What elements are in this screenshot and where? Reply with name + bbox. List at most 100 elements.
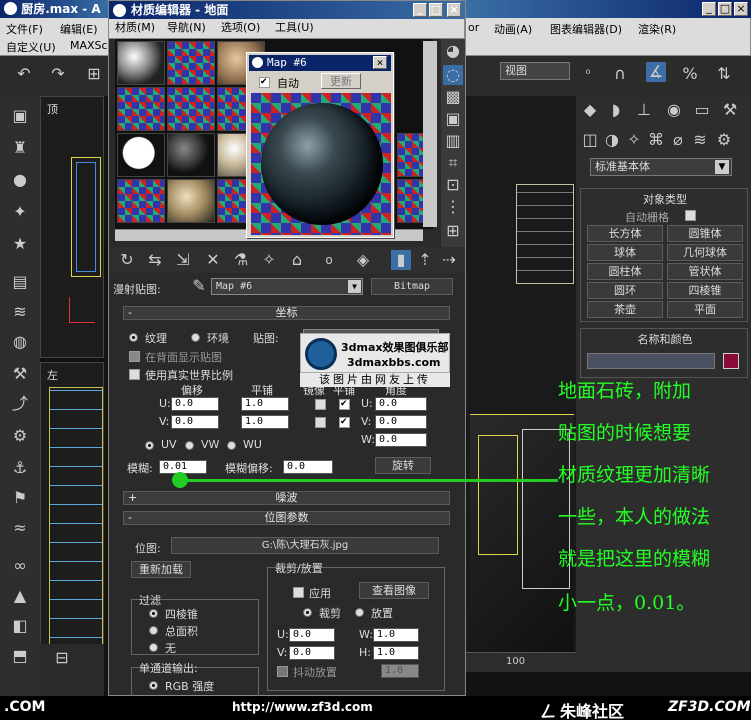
create-tab-icon[interactable]: ◆	[580, 100, 600, 120]
menu-edit[interactable]: 编辑(E)	[60, 21, 98, 37]
magnet-icon[interactable]: ∩	[610, 64, 630, 84]
summed-area-radio[interactable]	[149, 626, 158, 635]
view-image-button[interactable]: 查看图像	[359, 582, 429, 599]
show-map-icon[interactable]: ◈	[353, 250, 373, 270]
angle-snap-icon[interactable]: ∡	[646, 62, 666, 82]
v-offset-input[interactable]: 0.0	[171, 415, 219, 429]
cone-tool-icon[interactable]: ▲	[10, 586, 30, 606]
show-end-result-icon[interactable]: ▮	[391, 250, 411, 270]
v-mirror-checkbox[interactable]	[315, 417, 326, 428]
crop-h-input[interactable]: 1.0	[373, 646, 419, 660]
redo-icon[interactable]: ↷	[48, 64, 68, 84]
coordinates-rollout-header[interactable]: - 坐标	[123, 306, 450, 320]
utilities-tab-icon[interactable]: ⚒	[720, 100, 740, 120]
sample-slot-4[interactable]	[117, 87, 165, 131]
flag-tool-icon[interactable]: ⚑	[10, 488, 30, 508]
blur-offset-input[interactable]: 0.0	[283, 460, 333, 474]
v-tiling-input[interactable]: 1.0	[241, 415, 289, 429]
cone-button[interactable]: 圆锥体	[667, 225, 743, 242]
sphere-tool-icon[interactable]: ●	[10, 170, 30, 190]
motion-tab-icon[interactable]: ◉	[664, 100, 684, 120]
bitmap-path-button[interactable]: G:\陈\大理石灰.jpg	[171, 537, 439, 554]
update-button[interactable]: 更新	[321, 73, 361, 89]
sample-slot-11[interactable]	[167, 179, 215, 223]
cylinder-button[interactable]: 圆柱体	[587, 263, 663, 280]
apply-checkbox[interactable]	[293, 587, 304, 598]
spacewarps-icon[interactable]: ≋	[690, 130, 710, 150]
place-radio[interactable]	[355, 608, 364, 617]
shapes-icon[interactable]: ◑	[602, 130, 622, 150]
filter-none-radio[interactable]	[149, 643, 158, 652]
auto-update-checkbox[interactable]: ✔	[259, 77, 270, 88]
pyramidal-radio[interactable]	[149, 609, 158, 618]
u-angle-input[interactable]: 0.0	[375, 397, 427, 411]
snap-icon[interactable]: ⁰	[578, 64, 598, 84]
show-map-on-back-checkbox[interactable]	[129, 351, 140, 362]
sample-slot-5[interactable]	[167, 87, 215, 131]
box-tool-icon[interactable]: ▣	[10, 106, 30, 126]
auto-grid-checkbox[interactable]	[685, 210, 696, 221]
eyedropper-icon[interactable]: ✎	[189, 276, 209, 296]
mat-menu-navigation[interactable]: 导航(N)	[167, 19, 206, 37]
bitmap-rollout-header[interactable]: - 位图参数	[123, 511, 450, 525]
mat-menu-material[interactable]: 材质(M)	[115, 19, 155, 37]
jitter-checkbox[interactable]	[277, 666, 288, 677]
spring-tool-icon[interactable]: ≋	[10, 302, 30, 322]
material-id-icon[interactable]: o	[319, 250, 339, 270]
mat-maximize-button[interactable]: □	[429, 3, 443, 17]
systems-icon[interactable]: ⚙	[714, 130, 734, 150]
make-unique-icon[interactable]: ✧	[259, 250, 279, 270]
sample-slot-1[interactable]	[117, 41, 165, 85]
sample-type-icon[interactable]: ◕	[443, 41, 463, 61]
bend-tool-icon[interactable]: ⤴	[10, 394, 30, 414]
viewport-top[interactable]: 顶	[40, 96, 104, 358]
reload-button[interactable]: 重新加载	[131, 561, 191, 578]
material-navigator-icon[interactable]: ⊞	[443, 221, 463, 241]
minimize-button[interactable]: _	[702, 2, 716, 16]
hierarchy-tab-icon[interactable]: ⊥	[634, 100, 654, 120]
helpers-icon[interactable]: ⌀	[668, 130, 688, 150]
blob-tool-icon[interactable]: ✦	[10, 202, 30, 222]
map-name-dropdown[interactable]: Map #6 ▼	[211, 278, 363, 295]
teapot-button[interactable]: 茶壶	[587, 301, 663, 318]
menu-file[interactable]: 文件(F)	[6, 21, 43, 37]
backlight-icon[interactable]: ◌	[443, 65, 463, 85]
go-to-parent-icon[interactable]: ⇡	[415, 250, 435, 270]
spinner-snap-icon[interactable]: ⇅	[714, 64, 734, 84]
crop-v-input[interactable]: 0.0	[289, 646, 335, 660]
noise-rollout-header[interactable]: + 噪波	[123, 491, 450, 505]
map-type-button[interactable]: Bitmap	[371, 278, 453, 295]
mat-minimize-button[interactable]: _	[413, 3, 427, 17]
lights-icon[interactable]: ✧	[624, 130, 644, 150]
u-offset-input[interactable]: 0.0	[171, 397, 219, 411]
crop-radio[interactable]	[303, 608, 312, 617]
vw-radio[interactable]	[185, 441, 194, 450]
sample-slot-8[interactable]	[167, 133, 215, 177]
undo-icon[interactable]: ↶	[14, 64, 34, 84]
paint-tool-icon[interactable]: ⬒	[10, 646, 30, 666]
tube-tool-icon[interactable]: ◍	[10, 332, 30, 352]
sample-slot-2[interactable]	[167, 41, 215, 85]
knot-tool-icon[interactable]: ∞	[10, 556, 30, 576]
u-tile-checkbox[interactable]: ✔	[339, 399, 350, 410]
view-dropdown[interactable]: 视图	[500, 62, 570, 80]
put-library-icon[interactable]: ⌂	[287, 250, 307, 270]
copy-material-icon[interactable]: ⚗	[231, 250, 251, 270]
sample-slots-vscroll[interactable]	[423, 41, 437, 227]
object-color-swatch[interactable]	[723, 353, 739, 369]
menu-customize[interactable]: 自定义(U)	[6, 39, 56, 55]
mat-close-button[interactable]: ×	[447, 3, 461, 17]
cameras-icon[interactable]: ⌘	[646, 130, 666, 150]
viewport-left[interactable]: 左	[40, 362, 104, 668]
v-angle-input[interactable]: 0.0	[375, 415, 427, 429]
background-icon[interactable]: ▩	[443, 87, 463, 107]
options-icon[interactable]: ⊡	[443, 175, 463, 195]
geometry-icon[interactable]: ◫	[580, 130, 600, 150]
gear-tool-icon[interactable]: ⚙	[10, 426, 30, 446]
environment-radio[interactable]	[191, 333, 200, 342]
object-name-input[interactable]	[587, 353, 715, 369]
texture-radio[interactable]	[129, 333, 138, 342]
pyramid-button[interactable]: 四棱锥	[667, 282, 743, 299]
menu-graph-editors[interactable]: 图表编辑器(D)	[550, 21, 622, 37]
select-by-material-icon[interactable]: ⋮	[443, 197, 463, 217]
